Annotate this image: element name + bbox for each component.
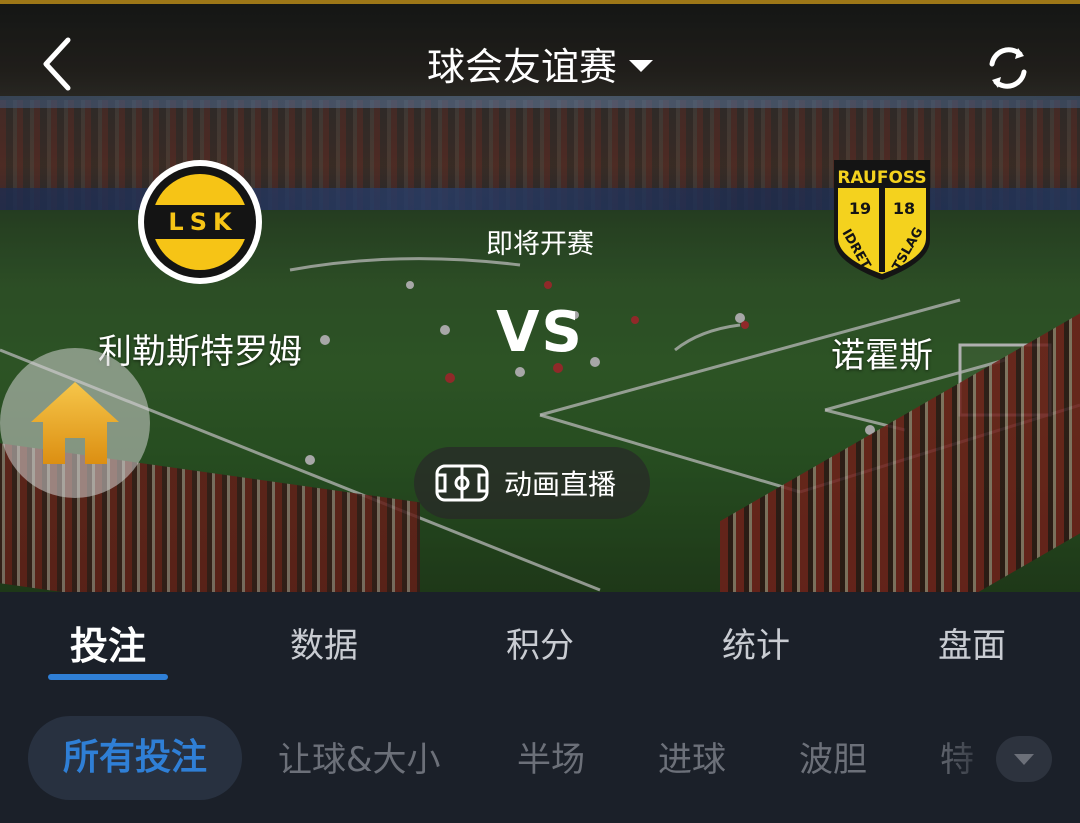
main-tabs: 投注 数据 积分 统计 盘面 — [0, 592, 1080, 704]
away-team-name: 诺霍斯 — [831, 336, 933, 376]
refresh-button[interactable] — [980, 40, 1036, 96]
home-logo-text: LSK — [152, 205, 248, 239]
pitch-icon — [435, 464, 489, 502]
filter-all-bets[interactable]: 所有投注 — [28, 716, 242, 800]
home-team-logo: LSK — [138, 160, 262, 284]
bet-filter-bar: 所有投注 让球&大小 半场 进球 波胆 特 — [0, 704, 1080, 823]
animation-live-label: 动画直播 — [504, 468, 617, 501]
filter-handicap-overunder[interactable]: 让球&大小 — [278, 734, 441, 786]
active-tab-indicator — [48, 674, 168, 680]
filter-correct-score[interactable]: 波胆 — [799, 734, 867, 786]
home-icon — [31, 382, 119, 464]
home-floating-button[interactable] — [0, 348, 150, 498]
match-hero: 球会友谊赛 LSK 利勒斯特罗姆 即将开赛 VS RAUFOSS 19 18 I… — [0, 0, 1080, 592]
title-bar: 球会友谊赛 — [0, 36, 1080, 91]
away-logo-top-text: RAUFOSS — [837, 168, 926, 188]
away-team-logo: RAUFOSS 19 18 IDRET TSLAG — [834, 160, 930, 280]
tab-data[interactable]: 数据 — [254, 618, 394, 667]
league-title: 球会友谊赛 — [426, 45, 617, 89]
home-team[interactable]: LSK 利勒斯特罗姆 — [60, 160, 340, 373]
animation-live-button[interactable]: 动画直播 — [414, 447, 650, 519]
away-logo-year-left: 19 — [849, 199, 871, 218]
filter-half-time[interactable]: 半场 — [517, 734, 585, 786]
filter-fade — [930, 704, 1000, 823]
tab-statistics[interactable]: 统计 — [686, 618, 826, 667]
match-status: 即将开赛 — [486, 229, 594, 260]
away-logo-year-right: 18 — [893, 199, 915, 218]
filter-more-button[interactable] — [996, 736, 1052, 782]
caret-down-icon — [629, 59, 653, 72]
away-team[interactable]: RAUFOSS 19 18 IDRET TSLAG 诺霍斯 — [742, 158, 1022, 377]
filter-goals[interactable]: 进球 — [658, 734, 726, 786]
league-selector[interactable]: 球会友谊赛 — [427, 36, 653, 91]
refresh-icon — [989, 47, 1027, 89]
caret-down-icon — [1014, 753, 1034, 765]
vs-label: VS — [496, 300, 584, 365]
tab-bet[interactable]: 投注 — [38, 615, 178, 670]
tab-standings[interactable]: 积分 — [470, 618, 610, 667]
tab-odds[interactable]: 盘面 — [902, 618, 1042, 667]
